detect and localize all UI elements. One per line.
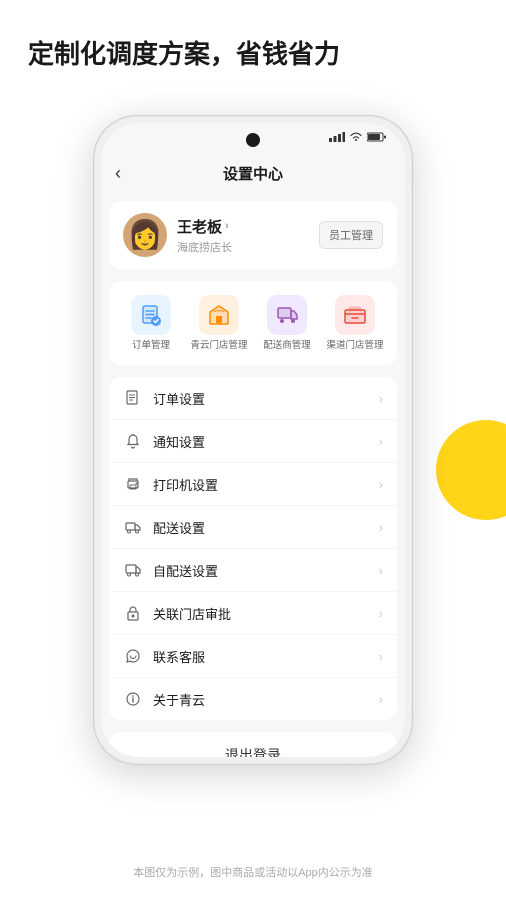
delivery-mgmt-icon bbox=[267, 295, 307, 335]
printer-settings-label: 打印机设置 bbox=[153, 475, 379, 494]
order-mgmt-label: 订单管理 bbox=[132, 340, 170, 351]
order-settings-arrow: › bbox=[379, 391, 383, 406]
phone-frame: ‹ 设置中心 👩 王老板 › 海底捞店长 bbox=[93, 115, 413, 765]
avatar-image: 👩 bbox=[128, 221, 163, 249]
order-mgmt-icon bbox=[131, 295, 171, 335]
app-content: ‹ 设置中心 👩 王老板 › 海底捞店长 bbox=[101, 151, 405, 757]
user-info: 👩 王老板 › 海底捞店长 bbox=[123, 213, 232, 257]
user-name: 王老板 › bbox=[177, 216, 232, 237]
menu-item-customer-service[interactable]: 联系客服 › bbox=[109, 635, 397, 678]
icon-item-qingyun-store[interactable]: 青云门店管理 bbox=[189, 295, 249, 351]
menu-list: 订单设置 › 通知设置 › bbox=[109, 377, 397, 720]
avatar: 👩 bbox=[123, 213, 167, 257]
qingyun-store-icon bbox=[199, 295, 239, 335]
delivery-settings-icon bbox=[123, 517, 143, 537]
user-text: 王老板 › 海底捞店长 bbox=[177, 216, 232, 255]
staff-management-button[interactable]: 员工管理 bbox=[319, 221, 383, 249]
self-delivery-settings-icon bbox=[123, 560, 143, 580]
notify-settings-icon bbox=[123, 431, 143, 451]
icon-grid: 订单管理 青云门店管理 bbox=[109, 281, 397, 365]
header-title: 设置中心 bbox=[223, 163, 283, 184]
wifi-icon bbox=[349, 132, 363, 142]
self-delivery-settings-label: 自配送设置 bbox=[153, 561, 379, 580]
signal-icon bbox=[329, 132, 345, 142]
status-icons bbox=[329, 132, 387, 142]
qingyun-store-label: 青云门店管理 bbox=[190, 340, 247, 351]
back-button[interactable]: ‹ bbox=[115, 163, 121, 184]
delivery-mgmt-label: 配送商管理 bbox=[263, 340, 311, 351]
user-subtitle: 海底捞店长 bbox=[177, 239, 232, 255]
menu-item-store-close-approval[interactable]: 关联门店审批 › bbox=[109, 592, 397, 635]
store-close-approval-label: 关联门店审批 bbox=[153, 604, 379, 623]
user-section[interactable]: 👩 王老板 › 海底捞店长 员工管理 bbox=[109, 201, 397, 269]
store-close-approval-icon bbox=[123, 603, 143, 623]
order-settings-label: 订单设置 bbox=[153, 389, 379, 408]
camera-hole bbox=[246, 133, 260, 147]
store-close-approval-arrow: › bbox=[379, 606, 383, 621]
phone-inner: ‹ 设置中心 👩 王老板 › 海底捞店长 bbox=[95, 117, 411, 763]
menu-item-order-settings[interactable]: 订单设置 › bbox=[109, 377, 397, 420]
page-headline: 定制化调度方案，省钱省力 bbox=[28, 36, 340, 72]
printer-settings-icon bbox=[123, 474, 143, 494]
menu-item-printer-settings[interactable]: 打印机设置 › bbox=[109, 463, 397, 506]
disclaimer-text: 本图仅为示例，图中商品或活动以App内公示为准 bbox=[0, 864, 506, 880]
customer-service-arrow: › bbox=[379, 649, 383, 664]
app-header: ‹ 设置中心 bbox=[101, 151, 405, 195]
battery-icon bbox=[367, 132, 387, 142]
delivery-settings-arrow: › bbox=[379, 520, 383, 535]
menu-item-self-delivery-settings[interactable]: 自配送设置 › bbox=[109, 549, 397, 592]
printer-settings-arrow: › bbox=[379, 477, 383, 492]
notify-settings-label: 通知设置 bbox=[153, 432, 379, 451]
menu-item-notify-settings[interactable]: 通知设置 › bbox=[109, 420, 397, 463]
phone-screen: ‹ 设置中心 👩 王老板 › 海底捞店长 bbox=[101, 123, 405, 757]
customer-service-icon bbox=[123, 646, 143, 666]
self-delivery-settings-arrow: › bbox=[379, 563, 383, 578]
channel-store-icon bbox=[335, 295, 375, 335]
notify-settings-arrow: › bbox=[379, 434, 383, 449]
about-label: 关于青云 bbox=[153, 690, 379, 709]
icon-item-order-mgmt[interactable]: 订单管理 bbox=[121, 295, 181, 351]
about-icon bbox=[123, 689, 143, 709]
menu-item-delivery-settings[interactable]: 配送设置 › bbox=[109, 506, 397, 549]
about-arrow: › bbox=[379, 692, 383, 707]
order-settings-icon bbox=[123, 388, 143, 408]
delivery-settings-label: 配送设置 bbox=[153, 518, 379, 537]
logout-button[interactable]: 退出登录 bbox=[109, 732, 397, 757]
menu-item-about[interactable]: 关于青云 › bbox=[109, 678, 397, 720]
icon-item-channel-store[interactable]: 渠道门店管理 bbox=[325, 295, 385, 351]
channel-store-label: 渠道门店管理 bbox=[326, 340, 383, 351]
customer-service-label: 联系客服 bbox=[153, 647, 379, 666]
icon-item-delivery-mgmt[interactable]: 配送商管理 bbox=[257, 295, 317, 351]
